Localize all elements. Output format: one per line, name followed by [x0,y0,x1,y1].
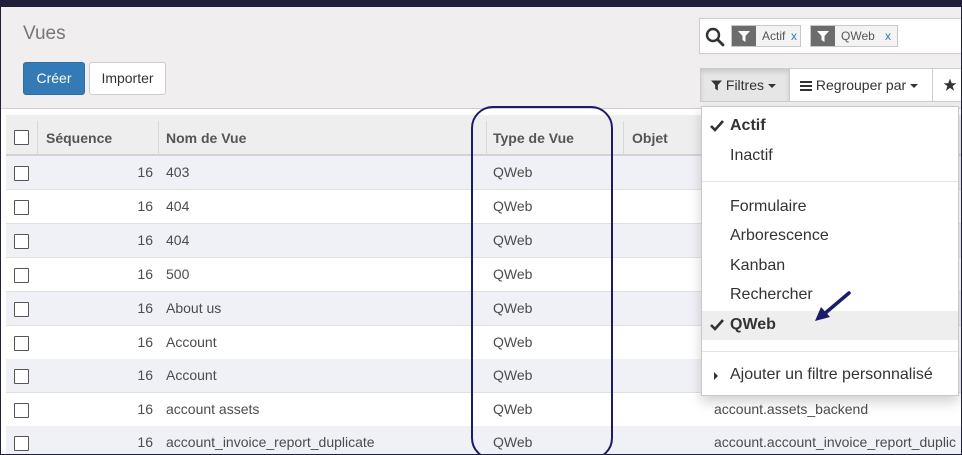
filters-label: Filtres [725,77,765,93]
page-title: Vues [23,23,66,44]
cell-name: 404 [166,232,190,248]
search-icon [705,27,725,47]
filter-item-label: Kanban [730,257,786,274]
filters-dropdown-menu: Actif Inactif Formulaire Arborescence Ka… [701,106,959,396]
filter-icon [811,26,835,46]
star-icon [943,78,957,91]
cell-type: QWeb [493,198,533,214]
cell-name: 500 [166,266,190,282]
cell-type: QWeb [493,434,533,450]
table-row[interactable]: 16 account_invoice_report_duplicate QWeb… [6,426,961,454]
facet-label: Actif [762,29,786,43]
table-row[interactable]: 16 account assets QWeb account.assets_ba… [6,393,961,427]
cell-sequence: 16 [137,434,153,450]
facet-label: QWeb [841,29,875,43]
caret-right-icon [714,372,718,380]
cell-name: Account [166,334,217,350]
filter-item-kanban[interactable]: Kanban [702,252,958,281]
menu-divider [702,181,958,182]
create-button[interactable]: Créer [23,62,85,95]
cell-sequence: 16 [137,401,153,417]
column-header-type[interactable]: Type de Vue [493,130,574,146]
add-custom-filter-item[interactable]: Ajouter un filtre personnalisé [702,361,958,390]
cell-type: QWeb [493,300,533,316]
cell-type: QWeb [493,401,533,417]
favorites-dropdown-button[interactable] [932,68,961,102]
cell-sequence: 16 [137,164,153,180]
search-facet-actif: Actif x [731,25,801,47]
cell-sequence: 16 [137,198,153,214]
filter-item-label: QWeb [730,316,776,333]
facet-remove-button[interactable]: x [885,29,891,43]
control-panel: Vues Créer Importer Actif x QWeb x Filtr… [1,7,961,109]
cell-name: account assets [166,401,260,417]
check-icon [710,319,724,331]
caret-down-icon [910,84,919,89]
facet-remove-button[interactable]: x [791,29,797,43]
filter-item-label: Arborescence [730,227,829,244]
column-header-sequence[interactable]: Séquence [46,130,112,146]
filter-item-formulaire[interactable]: Formulaire [702,193,958,222]
column-separator [158,121,159,155]
filter-item-arborescence[interactable]: Arborescence [702,222,958,251]
filter-item-actif[interactable]: Actif [702,112,958,141]
check-icon [710,120,724,132]
caret-down-icon [768,84,777,89]
cell-sequence: 16 [137,334,153,350]
filter-item-label: Rechercher [730,286,813,303]
group-by-label: Regrouper par [815,77,907,93]
cell-type: QWeb [493,266,533,282]
search-box[interactable]: Actif x QWeb x [699,18,961,54]
annotation-arrow-icon [815,291,851,321]
filter-icon [711,80,722,91]
cell-type: QWeb [493,164,533,180]
cell-object: account.account_invoice_report_duplic [714,434,957,450]
column-separator [486,121,487,155]
column-header-name[interactable]: Nom de Vue [166,130,246,146]
cell-sequence: 16 [137,300,153,316]
filter-icon [732,26,756,46]
cell-type: QWeb [493,334,533,350]
top-bar-accent [656,0,756,5]
filters-dropdown-button[interactable]: Filtres [700,68,790,102]
cell-object: account.assets_backend [714,401,869,417]
cell-name: 403 [166,164,190,180]
list-icon [800,81,812,91]
import-button[interactable]: Importer [89,62,166,95]
cell-type: QWeb [493,232,533,248]
cell-type: QWeb [493,367,533,383]
group-by-dropdown-button[interactable]: Regrouper par [789,68,933,102]
cell-name: About us [166,300,222,316]
cell-sequence: 16 [137,367,153,383]
column-separator [37,121,38,155]
filter-item-label: Inactif [730,147,773,164]
cell-sequence: 16 [137,266,153,282]
cell-name: 404 [166,198,190,214]
add-custom-filter-label: Ajouter un filtre personnalisé [730,366,933,383]
column-header-object[interactable]: Objet [632,130,668,146]
filter-item-inactif[interactable]: Inactif [702,142,958,171]
search-facet-qweb: QWeb x [810,25,898,47]
column-separator [623,121,624,155]
cell-name: Account [166,367,217,383]
cell-sequence: 16 [137,232,153,248]
menu-divider [702,351,958,352]
select-all-checkbox[interactable] [14,130,29,145]
cell-name: account_invoice_report_duplicate [166,434,375,450]
app-window: Vues Créer Importer Actif x QWeb x Filtr… [0,0,962,455]
filter-item-label: Formulaire [730,198,807,215]
filter-item-label: Actif [730,117,766,134]
